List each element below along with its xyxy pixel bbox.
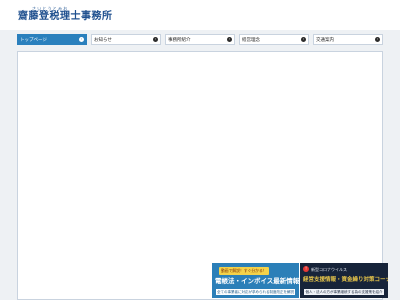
chevron-right-icon: ›: [227, 37, 232, 42]
corona-support-banner[interactable]: ! 新型コロナウイルス 経営支援情報・資金繰り対策コーナー 個人・法人の方が事業…: [300, 263, 388, 298]
banner-subtitle: 全ての事業者に対応が求められる制度改正を解説: [216, 289, 295, 295]
alert-icon: !: [303, 266, 309, 272]
nav-item-news[interactable]: お知らせ ›: [91, 34, 161, 45]
site-header: さいとうとみお 齋藤登税理士事務所: [0, 0, 400, 30]
chevron-right-icon: ›: [153, 37, 158, 42]
invoice-info-banner[interactable]: 動画で解説！すぐ分かる！ 電帳法・インボイス最新情報 全ての事業者に対応が求めら…: [212, 263, 299, 298]
nav-label: 経営理念: [242, 37, 260, 43]
banner-title: 経営支援情報・資金繰り対策コーナー: [303, 277, 388, 283]
banner-subtitle: 個人・法人の方が事業継続する為の支援策を紹介: [304, 289, 384, 295]
chevron-right-icon: ›: [375, 37, 380, 42]
logo-name: 齋藤登税理士事務所: [18, 11, 113, 22]
nav-item-philosophy[interactable]: 経営理念 ›: [239, 34, 309, 45]
chevron-right-icon: ›: [79, 37, 84, 42]
banner-kicker: 新型コロナウイルス: [311, 267, 347, 272]
nav-item-top[interactable]: トップページ ›: [17, 34, 87, 45]
nav-item-access[interactable]: 交通案内 ›: [313, 34, 383, 45]
nav-label: 交通案内: [316, 37, 334, 43]
nav-label: 事務所紹介: [168, 37, 191, 43]
site-logo[interactable]: さいとうとみお 齋藤登税理士事務所: [18, 6, 113, 23]
nav-label: トップページ: [20, 37, 47, 43]
nav-item-office[interactable]: 事務所紹介 ›: [165, 34, 235, 45]
global-nav: トップページ › お知らせ › 事務所紹介 › 経営理念 › 交通案内 ›: [17, 34, 383, 45]
chevron-right-icon: ›: [301, 37, 306, 42]
nav-label: お知らせ: [94, 37, 112, 43]
banner-title: 電帳法・インボイス最新情報: [215, 277, 299, 285]
video-badge: 動画で解説！すぐ分かる！: [219, 267, 269, 275]
